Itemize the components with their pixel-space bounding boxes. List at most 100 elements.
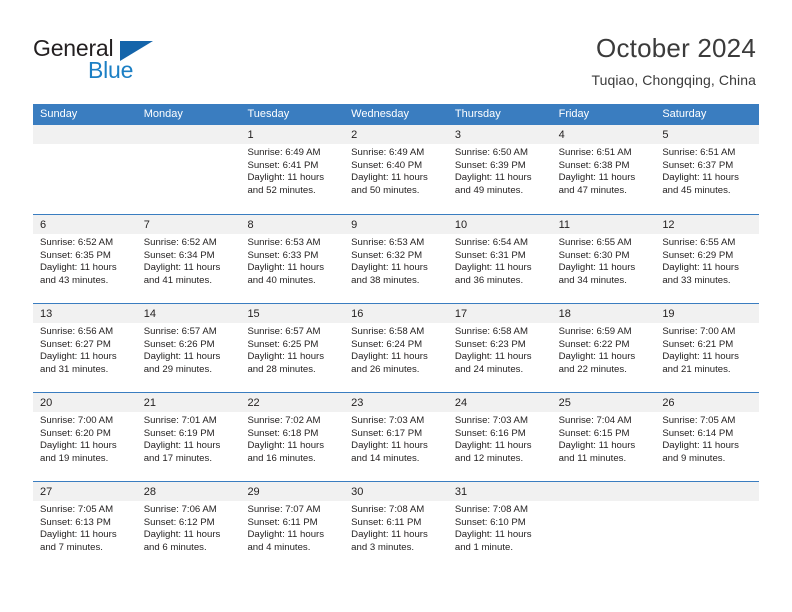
day-detail-line: Sunrise: 7:00 AM: [40, 415, 114, 426]
day-detail-line: and 43 minutes.: [40, 274, 109, 286]
day-number-band: 7: [136, 215, 241, 234]
day-detail-line: Daylight: 11 hours: [351, 440, 428, 452]
day-detail-line: Sunset: 6:37 PM: [662, 159, 734, 171]
day-details: Sunrise: 6:57 AM Sunset: 6:25 PM Daylight:…: [240, 323, 344, 376]
day-cell[interactable]: 16 Sunrise: 6:58 AM Sunset: 6:24 PM Dayligh…: [344, 304, 448, 392]
day-number-band: 9: [344, 215, 448, 234]
day-detail-line: and 14 minutes.: [351, 452, 420, 464]
day-cell[interactable]: 12 Sunrise: 6:55 AM Sunset: 6:29 PM Dayligh…: [655, 215, 760, 303]
day-detail-line: and 34 minutes.: [558, 274, 627, 286]
day-cell[interactable]: 1 Sunrise: 6:49 AM Sunset: 6:41 PM Daylight…: [240, 125, 345, 214]
day-detail-line: Daylight: 11 hours: [247, 440, 325, 452]
week-row: 27 Sunrise: 7:05 AM Sunset: 6:13 PM Dayligh…: [33, 481, 760, 570]
day-detail-line: Sunset: 6:21 PM: [662, 338, 734, 350]
day-number-band: [33, 125, 137, 144]
day-cell[interactable]: 24 Sunrise: 7:03 AM Sunset: 6:16 PM Dayligh…: [447, 393, 552, 481]
day-detail-line: Daylight: 11 hours: [143, 351, 221, 363]
day-cell[interactable]: 3 Sunrise: 6:50 AM Sunset: 6:39 PM Daylight…: [447, 125, 552, 214]
day-number: 19: [662, 308, 675, 320]
day-number: 26: [662, 397, 675, 409]
day-cell[interactable]: 8 Sunrise: 6:53 AM Sunset: 6:33 PM Daylight…: [240, 215, 345, 303]
day-cell[interactable]: 14 Sunrise: 6:57 AM Sunset: 6:26 PM Dayligh…: [136, 304, 241, 392]
day-detail-line: Daylight: 11 hours: [247, 529, 325, 541]
day-number: 6: [40, 219, 47, 231]
day-detail-line: Sunset: 6:14 PM: [662, 427, 734, 439]
day-cell[interactable]: 7 Sunrise: 6:52 AM Sunset: 6:34 PM Daylight…: [136, 215, 241, 303]
day-detail-line: Sunrise: 7:05 AM: [40, 504, 114, 515]
day-cell[interactable]: 17 Sunrise: 6:58 AM Sunset: 6:23 PM Dayligh…: [447, 304, 552, 392]
day-detail-line: Daylight: 11 hours: [454, 262, 532, 274]
day-detail-line: and 1 minute.: [454, 541, 514, 553]
day-cell[interactable]: 23 Sunrise: 7:03 AM Sunset: 6:17 PM Dayligh…: [344, 393, 448, 481]
day-number-band: 31: [447, 482, 552, 501]
day-detail-line: and 47 minutes.: [558, 184, 627, 196]
day-detail-line: and 26 minutes.: [351, 363, 420, 375]
brand-logo[interactable]: General Blue: [33, 36, 223, 88]
day-number: 1: [247, 129, 254, 141]
day-details: Sunrise: 6:56 AM Sunset: 6:27 PM Daylight:…: [33, 323, 137, 376]
day-detail-line: Sunset: 6:22 PM: [558, 338, 630, 350]
day-cell[interactable]: 11 Sunrise: 6:55 AM Sunset: 6:30 PM Dayligh…: [551, 215, 656, 303]
day-cell[interactable]: 9 Sunrise: 6:53 AM Sunset: 6:32 PM Daylight…: [344, 215, 448, 303]
day-details: Sunrise: 7:02 AM Sunset: 6:18 PM Daylight:…: [240, 412, 344, 465]
day-detail-line: and 31 minutes.: [40, 363, 109, 375]
day-cell[interactable]: 6 Sunrise: 6:52 AM Sunset: 6:35 PM Daylight…: [33, 215, 137, 303]
day-cell[interactable]: 25 Sunrise: 7:04 AM Sunset: 6:15 PM Dayligh…: [551, 393, 656, 481]
day-detail-line: Daylight: 11 hours: [143, 529, 221, 541]
day-number: 12: [662, 219, 675, 231]
day-number-band: [551, 482, 656, 501]
day-number: 9: [351, 219, 358, 231]
calendar-grid: Sunday Monday Tuesday Wednesday Thursday Frid…: [33, 104, 760, 570]
day-cell[interactable]: 5 Sunrise: 6:51 AM Sunset: 6:37 PM Daylight…: [655, 125, 760, 214]
day-cell[interactable]: 2 Sunrise: 6:49 AM Sunset: 6:40 PM Daylight…: [344, 125, 448, 214]
day-detail-line: Sunrise: 6:58 AM: [351, 326, 425, 337]
day-detail-line: and 4 minutes.: [247, 541, 311, 553]
day-details: Sunrise: 6:53 AM Sunset: 6:33 PM Daylight:…: [240, 234, 344, 287]
day-detail-line: Sunrise: 6:49 AM: [247, 147, 321, 158]
weekday-header-sunday: Sunday: [40, 108, 78, 120]
day-cell[interactable]: 20 Sunrise: 7:00 AM Sunset: 6:20 PM Dayligh…: [33, 393, 137, 481]
day-detail-line: and 21 minutes.: [662, 363, 731, 375]
day-detail-line: Sunset: 6:23 PM: [454, 338, 526, 350]
day-cell[interactable]: 4 Sunrise: 6:51 AM Sunset: 6:38 PM Daylight…: [551, 125, 656, 214]
day-cell[interactable]: 27 Sunrise: 7:05 AM Sunset: 6:13 PM Dayligh…: [33, 482, 137, 570]
day-cell[interactable]: 30 Sunrise: 7:08 AM Sunset: 6:11 PM Dayligh…: [344, 482, 448, 570]
day-detail-line: Daylight: 11 hours: [247, 351, 325, 363]
day-cell[interactable]: 15 Sunrise: 6:57 AM Sunset: 6:25 PM Dayligh…: [240, 304, 345, 392]
day-detail-line: Daylight: 11 hours: [454, 440, 532, 452]
day-cell[interactable]: 18 Sunrise: 6:59 AM Sunset: 6:22 PM Dayligh…: [551, 304, 656, 392]
day-number-band: 17: [447, 304, 552, 323]
day-number: 28: [143, 486, 156, 498]
day-cell[interactable]: 29 Sunrise: 7:07 AM Sunset: 6:11 PM Dayligh…: [240, 482, 345, 570]
day-number: 24: [454, 397, 468, 409]
day-cell[interactable]: 19 Sunrise: 7:00 AM Sunset: 6:21 PM Dayligh…: [655, 304, 760, 392]
day-detail-line: Sunrise: 7:00 AM: [662, 326, 736, 337]
day-cell[interactable]: 13 Sunrise: 6:56 AM Sunset: 6:27 PM Dayligh…: [33, 304, 137, 392]
day-detail-line: Sunset: 6:29 PM: [662, 249, 734, 261]
day-detail-line: Sunset: 6:38 PM: [558, 159, 630, 171]
day-detail-line: Sunset: 6:31 PM: [454, 249, 526, 261]
day-details: Sunrise: 6:58 AM Sunset: 6:24 PM Daylight:…: [344, 323, 448, 376]
day-number-band: 13: [33, 304, 137, 323]
day-cell[interactable]: 22 Sunrise: 7:02 AM Sunset: 6:18 PM Dayligh…: [240, 393, 345, 481]
day-detail-line: and 40 minutes.: [247, 274, 316, 286]
day-detail-line: Sunset: 6:32 PM: [351, 249, 423, 261]
day-number: 7: [143, 219, 150, 231]
day-cell-empty: [136, 125, 241, 214]
day-details: Sunrise: 6:49 AM Sunset: 6:40 PM Daylight:…: [344, 144, 448, 197]
day-detail-line: Sunset: 6:11 PM: [351, 516, 422, 528]
day-number: 27: [40, 486, 53, 498]
day-detail-line: Sunset: 6:17 PM: [351, 427, 423, 439]
day-detail-line: Daylight: 11 hours: [662, 440, 739, 452]
day-cell[interactable]: 21 Sunrise: 7:01 AM Sunset: 6:19 PM Dayligh…: [136, 393, 241, 481]
day-cell[interactable]: 28 Sunrise: 7:06 AM Sunset: 6:12 PM Dayligh…: [136, 482, 241, 570]
day-cell[interactable]: 31 Sunrise: 7:08 AM Sunset: 6:10 PM Dayligh…: [447, 482, 552, 570]
day-detail-line: Sunrise: 7:06 AM: [143, 504, 217, 515]
day-cell[interactable]: 10 Sunrise: 6:54 AM Sunset: 6:31 PM Dayligh…: [447, 215, 552, 303]
day-details: Sunrise: 6:51 AM Sunset: 6:37 PM Daylight:…: [655, 144, 759, 197]
day-number: 22: [247, 397, 260, 409]
day-number-band: 29: [240, 482, 345, 501]
day-cell[interactable]: 26 Sunrise: 7:05 AM Sunset: 6:14 PM Dayligh…: [655, 393, 760, 481]
day-detail-line: and 12 minutes.: [454, 452, 524, 464]
day-details: Sunrise: 7:05 AM Sunset: 6:14 PM Daylight:…: [655, 412, 759, 465]
